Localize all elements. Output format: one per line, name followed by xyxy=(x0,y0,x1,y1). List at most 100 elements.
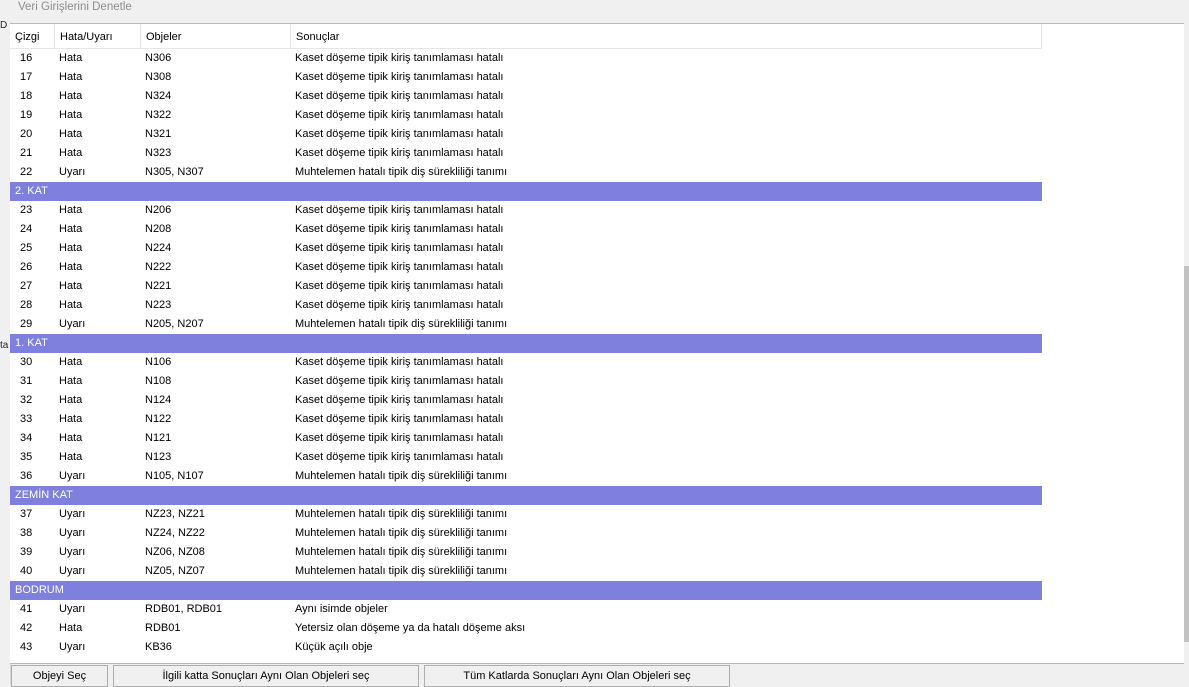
row-type: Hata xyxy=(59,242,83,254)
vertical-scrollbar[interactable] xyxy=(1184,23,1189,662)
result-row[interactable]: 36 Uyarı N105, N107 Muhtelemen hatalı tipik… xyxy=(10,467,1042,486)
row-objects: N206 xyxy=(145,204,172,216)
result-row[interactable]: 28 Hata N223 Kaset döşeme tipik kiriş tanım… xyxy=(10,296,1042,315)
row-objects: N121 xyxy=(145,432,172,444)
row-type: Uyarı xyxy=(59,641,86,653)
row-objects: NZ06, NZ08 xyxy=(145,546,205,558)
result-row[interactable]: 33 Hata N122 Kaset döşeme tipik kiriş tanım… xyxy=(10,410,1042,429)
column-header-type[interactable]: Hata/Uyarı xyxy=(55,24,141,48)
row-type: Hata xyxy=(59,52,83,64)
result-row[interactable]: 43 Uyarı KB36 Küçük açılı obje xyxy=(10,638,1042,657)
row-type: Hata xyxy=(59,147,83,159)
row-result: Kaset döşeme tipik kiriş tanımlaması hat… xyxy=(295,413,504,425)
results-list[interactable]: Çizgi Hata/Uyarı Objeler Sonuçlar 16 Hata… xyxy=(10,23,1184,664)
result-row[interactable]: 20 Hata N321 Kaset döşeme tipik kiriş tanım… xyxy=(10,125,1042,144)
row-result: Kaset döşeme tipik kiriş tanımlaması hat… xyxy=(295,394,504,406)
column-header-results[interactable]: Sonuçlar xyxy=(291,24,1042,48)
row-objects: N322 xyxy=(145,109,172,121)
result-row[interactable]: 37 Uyarı NZ23, NZ21 Muhtelemen hatalı tipik… xyxy=(10,505,1042,524)
result-row[interactable]: 26 Hata N222 Kaset döşeme tipik kiriş tanım… xyxy=(10,258,1042,277)
row-line-number: 37 xyxy=(20,508,33,520)
floor-group-header: ZEMİN KAT xyxy=(10,486,1042,505)
row-line-number: 35 xyxy=(20,451,33,463)
row-line-number: 39 xyxy=(20,546,33,558)
row-type: Uyarı xyxy=(59,166,86,178)
row-line-number: 29 xyxy=(20,318,33,330)
row-objects: N308 xyxy=(145,71,172,83)
result-row[interactable]: 31 Hata N108 Kaset döşeme tipik kiriş tanım… xyxy=(10,372,1042,391)
row-line-number: 22 xyxy=(20,166,33,178)
result-row[interactable]: 23 Hata N206 Kaset döşeme tipik kiriş tanım… xyxy=(10,201,1042,220)
row-type: Hata xyxy=(59,375,83,387)
result-row[interactable]: 30 Hata N106 Kaset döşeme tipik kiriş tanım… xyxy=(10,353,1042,372)
row-objects: N122 xyxy=(145,413,172,425)
floor-group-header: 1. KAT xyxy=(10,334,1042,353)
row-type: Uyarı xyxy=(59,318,86,330)
row-objects: N208 xyxy=(145,223,172,235)
row-objects: N324 xyxy=(145,90,172,102)
row-result: Yetersiz olan döşeme ya da hatalı döşeme… xyxy=(295,622,526,634)
row-objects: N105, N107 xyxy=(145,470,204,482)
result-row[interactable]: 39 Uyarı NZ06, NZ08 Muhtelemen hatalı tipik… xyxy=(10,543,1042,562)
row-result: Kaset döşeme tipik kiriş tanımlaması hat… xyxy=(295,223,504,235)
column-header-line[interactable]: Çizgi xyxy=(10,24,55,48)
row-line-number: 23 xyxy=(20,204,33,216)
result-row[interactable]: 27 Hata N221 Kaset döşeme tipik kiriş tanım… xyxy=(10,277,1042,296)
row-type: Hata xyxy=(59,356,83,368)
row-line-number: 41 xyxy=(20,603,33,615)
result-row[interactable]: 16 Hata N306 Kaset döşeme tipik kiriş tanım… xyxy=(10,49,1042,68)
row-type: Hata xyxy=(59,109,83,121)
row-type: Uyarı xyxy=(59,470,86,482)
row-result: Kaset döşeme tipik kiriş tanımlaması hat… xyxy=(295,52,504,64)
row-line-number: 27 xyxy=(20,280,33,292)
result-row[interactable]: 25 Hata N224 Kaset döşeme tipik kiriş tanım… xyxy=(10,239,1042,258)
result-row[interactable]: 34 Hata N121 Kaset döşeme tipik kiriş tanım… xyxy=(10,429,1042,448)
row-objects: N108 xyxy=(145,375,172,387)
row-type: Hata xyxy=(59,299,83,311)
row-line-number: 36 xyxy=(20,470,33,482)
row-line-number: 28 xyxy=(20,299,33,311)
left-fragment-text: ta xyxy=(0,340,9,351)
row-line-number: 43 xyxy=(20,641,33,653)
window-title: Veri Girişlerini Denetle xyxy=(18,1,132,13)
result-row[interactable]: 22 Uyarı N305, N307 Muhtelemen hatalı tipik… xyxy=(10,163,1042,182)
row-line-number: 32 xyxy=(20,394,33,406)
floor-group-header: BODRUM xyxy=(10,581,1042,600)
result-row[interactable]: 17 Hata N308 Kaset döşeme tipik kiriş tanım… xyxy=(10,68,1042,87)
row-line-number: 33 xyxy=(20,413,33,425)
result-row[interactable]: 24 Hata N208 Kaset döşeme tipik kiriş tanım… xyxy=(10,220,1042,239)
row-type: Hata xyxy=(59,223,83,235)
result-row[interactable]: 40 Uyarı NZ05, NZ07 Muhtelemen hatalı tipik… xyxy=(10,562,1042,581)
row-result: Kaset döşeme tipik kiriş tanımlaması hat… xyxy=(295,432,504,444)
row-objects: N223 xyxy=(145,299,172,311)
row-line-number: 24 xyxy=(20,223,33,235)
row-line-number: 34 xyxy=(20,432,33,444)
result-row[interactable]: 42 Hata RDB01 Yetersiz olan döşeme ya da ha… xyxy=(10,619,1042,638)
column-header-objects[interactable]: Objeler xyxy=(141,24,291,48)
list-header: Çizgi Hata/Uyarı Objeler Sonuçlar xyxy=(10,24,1042,49)
scrollbar-thumb[interactable] xyxy=(1184,266,1189,642)
result-row[interactable]: 29 Uyarı N205, N207 Muhtelemen hatalı tipik… xyxy=(10,315,1042,334)
row-result: Kaset döşeme tipik kiriş tanımlaması hat… xyxy=(295,451,504,463)
row-result: Muhtelemen hatalı tipik diş sürekliliği … xyxy=(295,470,508,482)
result-row[interactable]: 19 Hata N322 Kaset döşeme tipik kiriş tanım… xyxy=(10,106,1042,125)
result-row[interactable]: 41 Uyarı RDB01, RDB01 Aynı isimde objeler xyxy=(10,600,1042,619)
row-result: Kaset döşeme tipik kiriş tanımlaması hat… xyxy=(295,204,504,216)
row-result: Küçük açılı obje xyxy=(295,641,373,653)
result-row[interactable]: 18 Hata N324 Kaset döşeme tipik kiriş tanım… xyxy=(10,87,1042,106)
row-type: Hata xyxy=(59,280,83,292)
row-result: Kaset döşeme tipik kiriş tanımlaması hat… xyxy=(295,261,504,273)
row-type: Hata xyxy=(59,71,83,83)
result-row[interactable]: 38 Uyarı NZ24, NZ22 Muhtelemen hatalı tipik… xyxy=(10,524,1042,543)
row-type: Hata xyxy=(59,261,83,273)
title-bar: Veri Girişlerini Denetle xyxy=(10,0,1177,22)
result-row[interactable]: 35 Hata N123 Kaset döşeme tipik kiriş tanım… xyxy=(10,448,1042,467)
row-objects: RDB01, RDB01 xyxy=(145,603,223,615)
row-line-number: 19 xyxy=(20,109,33,121)
result-row[interactable]: 21 Hata N323 Kaset döşeme tipik kiriş tanım… xyxy=(10,144,1042,163)
row-result: Muhtelemen hatalı tipik diş sürekliliği … xyxy=(295,166,508,178)
row-line-number: 26 xyxy=(20,261,33,273)
result-row[interactable]: 32 Hata N124 Kaset döşeme tipik kiriş tanım… xyxy=(10,391,1042,410)
row-line-number: 31 xyxy=(20,375,33,387)
row-objects: RDB01 xyxy=(145,622,181,634)
